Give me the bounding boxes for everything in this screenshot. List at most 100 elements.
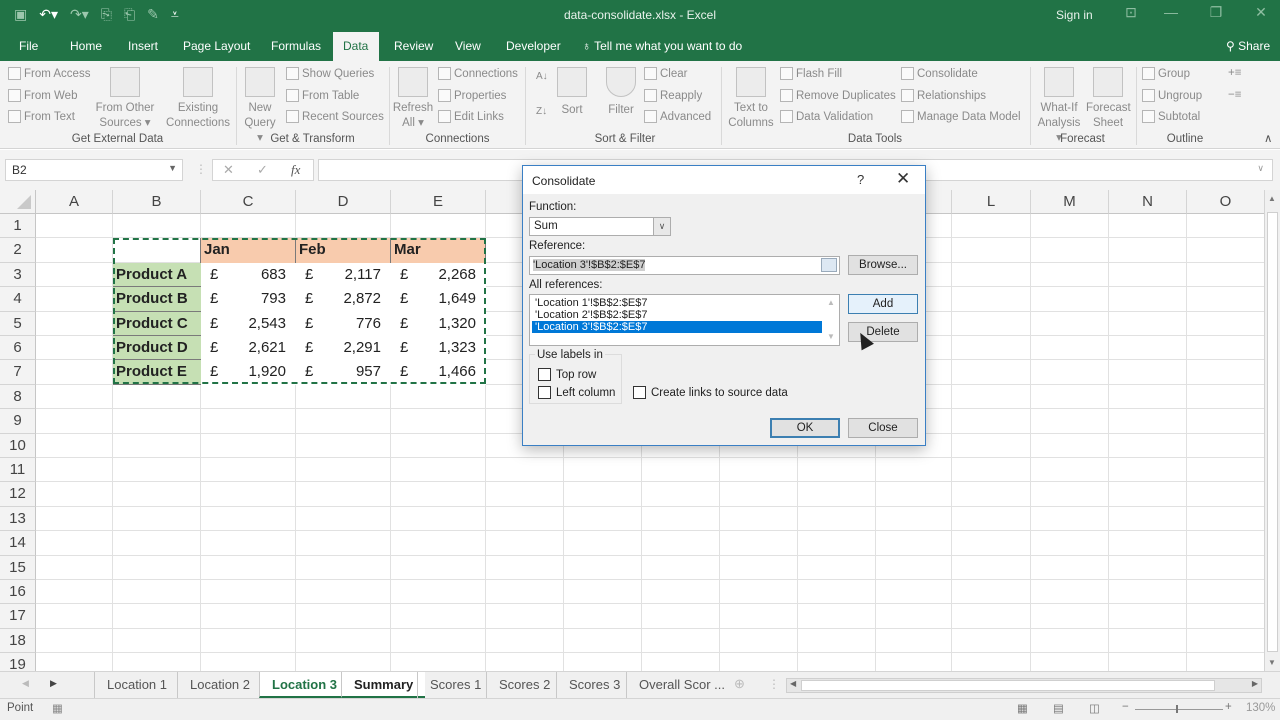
- collapse-ribbon-icon[interactable]: ∧: [1264, 131, 1272, 145]
- from-other-sources-button[interactable]: From Other Sources ▾: [92, 67, 158, 131]
- sheet-tab[interactable]: Location 3: [259, 672, 350, 698]
- cell-b2[interactable]: [113, 238, 201, 263]
- column-header-n[interactable]: N: [1109, 190, 1187, 214]
- reapply-button[interactable]: Reapply: [644, 89, 702, 102]
- new-sheet-icon[interactable]: ⊕: [734, 676, 745, 692]
- from-text-button[interactable]: From Text: [8, 110, 75, 123]
- value-cell[interactable]: £2,621: [201, 336, 296, 361]
- value-cell[interactable]: £1,466: [391, 360, 486, 385]
- value-cell[interactable]: £1,649: [391, 287, 486, 312]
- row-header-9[interactable]: 9: [0, 409, 36, 434]
- refresh-all-button[interactable]: Refresh All ▾: [392, 67, 434, 131]
- filter-button[interactable]: Filter: [604, 67, 638, 118]
- clear-button[interactable]: Clear: [644, 67, 687, 80]
- sheet-tab[interactable]: Scores 1: [417, 672, 493, 698]
- tab-review[interactable]: Review: [384, 32, 443, 61]
- row-header-5[interactable]: 5: [0, 311, 36, 336]
- row-header-6[interactable]: 6: [0, 336, 36, 361]
- value-cell[interactable]: £683: [201, 262, 296, 288]
- value-cell[interactable]: £1,320: [391, 311, 486, 336]
- reference-item[interactable]: 'Location 2'!$B$2:$E$7: [532, 309, 822, 321]
- checkbox-box[interactable]: [633, 386, 646, 399]
- value-cell[interactable]: £1,323: [391, 336, 486, 361]
- close-window-icon[interactable]: ✕: [1246, 4, 1276, 21]
- forecast-sheet-button[interactable]: Forecast Sheet: [1086, 67, 1131, 131]
- tab-developer[interactable]: Developer: [496, 32, 571, 61]
- sheet-tab[interactable]: Location 2: [177, 672, 262, 698]
- insert-function-icon[interactable]: fx: [291, 162, 300, 178]
- value-cell[interactable]: £957: [296, 360, 391, 385]
- scroll-down-icon[interactable]: ▼: [1268, 658, 1276, 667]
- checkbox-box[interactable]: [538, 386, 551, 399]
- ungroup-button[interactable]: Ungroup: [1142, 89, 1202, 102]
- flash-fill-button[interactable]: Flash Fill: [780, 67, 842, 80]
- from-table-button[interactable]: From Table: [286, 89, 359, 102]
- horizontal-scroll-thumb[interactable]: [801, 680, 1215, 691]
- scroll-right-icon[interactable]: ▶: [1252, 679, 1258, 688]
- row-header-19[interactable]: 19: [0, 653, 36, 671]
- sign-in-link[interactable]: Sign in: [1056, 8, 1093, 22]
- close-button[interactable]: Close: [848, 418, 918, 438]
- tab-file[interactable]: File: [9, 32, 48, 61]
- list-scroll-up-icon[interactable]: ▲: [827, 298, 835, 307]
- list-scrollbar[interactable]: ▲ ▼: [824, 295, 839, 345]
- properties-button[interactable]: Properties: [438, 89, 506, 102]
- column-header-m[interactable]: M: [1031, 190, 1109, 214]
- product-label[interactable]: Product A: [113, 262, 201, 288]
- data-validation-button[interactable]: Data Validation: [780, 110, 873, 123]
- row-header-10[interactable]: 10: [0, 433, 36, 458]
- value-cell[interactable]: £2,543: [201, 311, 296, 336]
- checkbox-box[interactable]: [538, 368, 551, 381]
- select-all-corner[interactable]: [0, 190, 36, 214]
- top-row-checkbox[interactable]: Top row: [538, 368, 596, 381]
- row-header-7[interactable]: 7: [0, 360, 36, 385]
- row-header-15[interactable]: 15: [0, 555, 36, 580]
- recent-sources-button[interactable]: Recent Sources: [286, 110, 384, 123]
- value-cell[interactable]: £1,920: [201, 360, 296, 385]
- month-header[interactable]: Feb: [296, 238, 391, 263]
- ribbon-display-icon[interactable]: ⊡: [1116, 4, 1146, 21]
- product-label[interactable]: Product E: [113, 360, 201, 385]
- row-header-14[interactable]: 14: [0, 531, 36, 556]
- column-header-d[interactable]: D: [296, 190, 391, 214]
- from-web-button[interactable]: From Web: [8, 89, 77, 102]
- normal-view-icon[interactable]: ▦: [1017, 701, 1028, 715]
- tab-home[interactable]: Home: [60, 32, 112, 61]
- show-detail-icon[interactable]: +≡: [1228, 67, 1241, 79]
- restore-icon[interactable]: ❐: [1201, 4, 1231, 21]
- function-select[interactable]: Sum ∨: [529, 217, 671, 236]
- row-header-16[interactable]: 16: [0, 580, 36, 605]
- show-queries-button[interactable]: Show Queries: [286, 67, 374, 80]
- sheet-tab[interactable]: Scores 2: [486, 672, 562, 698]
- value-cell[interactable]: £2,291: [296, 336, 391, 361]
- subtotal-button[interactable]: Subtotal: [1142, 110, 1200, 123]
- list-scroll-down-icon[interactable]: ▼: [827, 332, 835, 341]
- range-picker-icon[interactable]: [821, 258, 837, 272]
- product-label[interactable]: Product C: [113, 311, 201, 336]
- reference-item-selected[interactable]: 'Location 3'!$B$2:$E$7: [532, 321, 822, 333]
- sort-z-a-button[interactable]: Z↓: [536, 106, 547, 117]
- minimize-icon[interactable]: —: [1156, 4, 1186, 20]
- tell-me-box[interactable]: ♁ Tell me what you want to do: [582, 32, 742, 61]
- column-header-l[interactable]: L: [952, 190, 1031, 214]
- share-button[interactable]: ⚲ Share: [1226, 32, 1270, 61]
- next-sheet-icon[interactable]: ▶: [50, 678, 57, 689]
- row-header-8[interactable]: 8: [0, 384, 36, 410]
- value-cell[interactable]: £2,268: [391, 262, 486, 288]
- column-header-c[interactable]: C: [201, 190, 296, 214]
- page-layout-view-icon[interactable]: ▤: [1053, 701, 1064, 715]
- relationships-button[interactable]: Relationships: [901, 89, 986, 102]
- all-references-list[interactable]: 'Location 1'!$B$2:$E$7 'Location 2'!$B$2…: [529, 294, 840, 346]
- tab-view[interactable]: View: [445, 32, 491, 61]
- reference-input[interactable]: 'Location 3'!$B$2:$E$7: [529, 256, 840, 275]
- connections-button[interactable]: Connections: [438, 67, 518, 80]
- existing-connections-button[interactable]: Existing Connections: [162, 67, 234, 131]
- sort-a-z-button[interactable]: A↓: [536, 71, 548, 82]
- add-button[interactable]: Add: [848, 294, 918, 314]
- scroll-up-icon[interactable]: ▲: [1268, 194, 1276, 203]
- column-header-o[interactable]: O: [1187, 190, 1264, 214]
- zoom-slider[interactable]: [1135, 709, 1223, 710]
- sheet-tab[interactable]: Summary: [341, 672, 426, 698]
- help-button[interactable]: ?: [857, 172, 864, 187]
- row-header-3[interactable]: 3: [0, 262, 36, 288]
